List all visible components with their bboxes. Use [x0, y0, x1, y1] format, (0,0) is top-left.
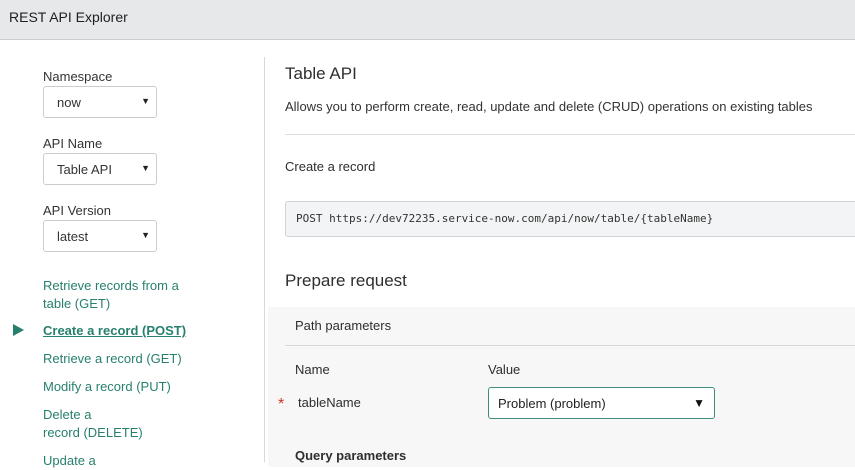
required-asterisk-icon: *: [278, 396, 285, 413]
divider: [285, 345, 855, 346]
nav-update-record-line1: Update a: [43, 453, 96, 468]
app-header: REST API Explorer: [0, 0, 855, 40]
namespace-select[interactable]: now ▼: [43, 86, 157, 118]
nav-delete-record[interactable]: Delete a record (DELETE): [43, 406, 143, 442]
prepare-request-title: Prepare request: [285, 271, 407, 290]
column-header-value: Value: [488, 362, 521, 377]
app-title: REST API Explorer: [9, 9, 128, 25]
tablename-value-select[interactable]: Problem (problem) ▼: [488, 387, 715, 419]
chevron-down-icon: ▼: [141, 163, 150, 173]
nav-retrieve-record[interactable]: Retrieve a record (GET): [43, 350, 182, 368]
page-title: Table API: [285, 64, 357, 83]
api-version-select[interactable]: latest ▼: [43, 220, 157, 252]
api-name-value: Table API: [57, 162, 112, 177]
query-parameters-title: Query parameters: [295, 448, 407, 463]
api-version-label: API Version: [43, 203, 111, 218]
api-name-select[interactable]: Table API ▼: [43, 153, 157, 185]
sidebar-divider: [264, 57, 265, 462]
api-version-value: latest: [57, 229, 89, 244]
column-header-name: Name: [295, 362, 330, 377]
divider: [285, 134, 855, 135]
nav-retrieve-records-line1: Retrieve records from a: [43, 278, 179, 293]
nav-create-record[interactable]: Create a record (POST): [43, 322, 186, 340]
namespace-label: Namespace: [43, 69, 113, 84]
chevron-down-icon: ▼: [693, 396, 705, 410]
nav-modify-record[interactable]: Modify a record (PUT): [43, 378, 171, 396]
path-parameters-title: Path parameters: [295, 318, 392, 333]
chevron-down-icon: ▼: [141, 230, 150, 240]
endpoint-url: POST https://dev72235.service-now.com/ap…: [296, 212, 714, 225]
current-item-arrow-icon: [13, 324, 24, 336]
page-description: Allows you to perform create, read, upda…: [285, 99, 813, 114]
nav-delete-record-line1: Delete a: [43, 407, 92, 422]
nav-delete-record-line2: record (DELETE): [43, 425, 143, 440]
param-name-tablename: tableName: [298, 395, 361, 410]
chevron-down-icon: ▼: [141, 96, 150, 106]
api-name-label: API Name: [43, 136, 103, 151]
nav-retrieve-records-line2: table (GET): [43, 296, 111, 311]
endpoint-box: POST https://dev72235.service-now.com/ap…: [285, 201, 855, 237]
tablename-value: Problem (problem): [498, 396, 606, 411]
operation-title: Create a record: [285, 159, 376, 174]
nav-update-record[interactable]: Update a: [43, 452, 96, 470]
namespace-value: now: [57, 95, 81, 110]
nav-retrieve-records[interactable]: Retrieve records from a table (GET): [43, 277, 179, 313]
